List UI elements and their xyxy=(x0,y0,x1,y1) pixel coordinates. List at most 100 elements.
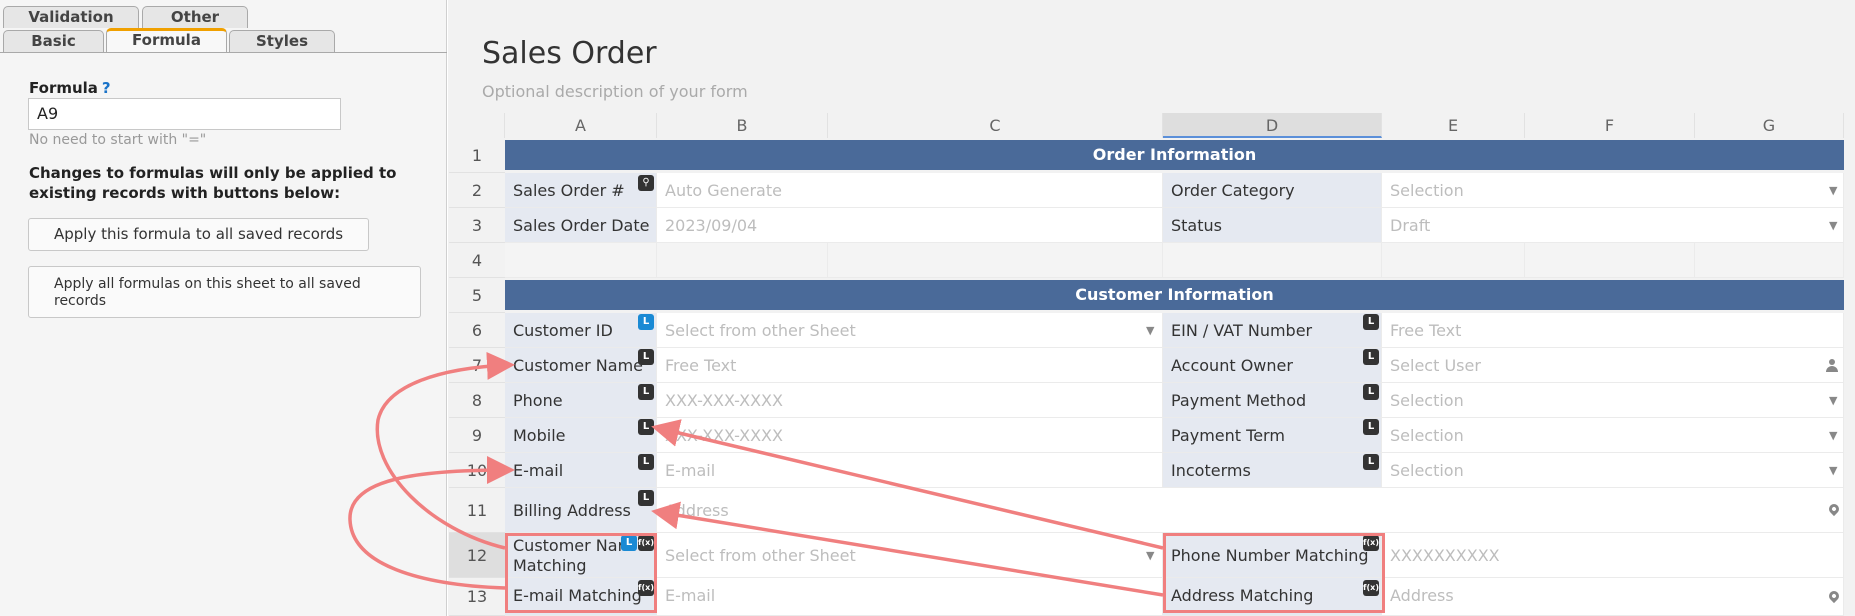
row-header[interactable]: 5 xyxy=(449,278,505,313)
order-category-select[interactable]: Selection xyxy=(1382,173,1844,208)
form-description[interactable]: Optional description of your form xyxy=(482,82,748,101)
label-email-matching[interactable]: E-mail Matching xyxy=(505,578,657,616)
row-header[interactable]: 6 xyxy=(449,313,505,348)
chevron-down-icon[interactable]: ▼ xyxy=(1829,219,1837,232)
tab-validation[interactable]: Validation xyxy=(3,6,139,28)
column-header-c[interactable]: C xyxy=(828,113,1163,138)
row-header[interactable]: 12 xyxy=(449,533,505,578)
incoterms-select[interactable]: Selection xyxy=(1382,453,1844,488)
tab-styles[interactable]: Styles xyxy=(229,30,335,52)
label-mobile[interactable]: Mobile xyxy=(505,418,657,453)
label-customer-id[interactable]: Customer ID xyxy=(505,313,657,348)
row-header[interactable]: 7 xyxy=(449,348,505,383)
section-header-customer[interactable]: Customer Information xyxy=(505,280,1844,310)
label-billing-address[interactable]: Billing Address xyxy=(505,488,657,533)
phone-number-matching-field[interactable]: XXXXXXXXXX xyxy=(1382,533,1844,578)
empty-cell[interactable] xyxy=(828,243,1163,278)
label-order-category[interactable]: Order Category xyxy=(1163,173,1382,208)
billing-address-field[interactable]: Address xyxy=(657,488,1844,533)
column-header-b[interactable]: B xyxy=(657,113,828,138)
formula-icon: f(x) xyxy=(638,535,654,551)
ein-vat-field[interactable]: Free Text xyxy=(1382,313,1844,348)
tab-other[interactable]: Other xyxy=(142,6,248,28)
field-placeholder: XXXXXXXXXX xyxy=(1390,546,1500,565)
label-ein-vat[interactable]: EIN / VAT Number xyxy=(1163,313,1382,348)
section-header-order[interactable]: Order Information xyxy=(505,140,1844,170)
page-title[interactable]: Sales Order xyxy=(482,36,657,71)
customer-name-matching-select[interactable]: Select from other Sheet xyxy=(657,533,1163,578)
column-header-f[interactable]: F xyxy=(1525,113,1695,138)
email-field[interactable]: E-mail xyxy=(657,453,1163,488)
field-placeholder: Selection xyxy=(1390,181,1464,200)
tab-basic[interactable]: Basic xyxy=(3,30,104,52)
formula-input[interactable]: A9 xyxy=(28,98,341,130)
column-header-e[interactable]: E xyxy=(1382,113,1525,138)
field-placeholder: Selection xyxy=(1390,461,1464,480)
label-phone[interactable]: Phone xyxy=(505,383,657,418)
empty-cell[interactable] xyxy=(1695,243,1844,278)
chevron-down-icon[interactable]: ▼ xyxy=(1829,184,1837,197)
empty-cell[interactable] xyxy=(657,243,828,278)
sales-order-number-field[interactable]: Auto Generate xyxy=(657,173,1163,208)
row-header[interactable]: 10 xyxy=(449,453,505,488)
formula-icon: f(x) xyxy=(1363,535,1379,551)
chevron-down-icon[interactable]: ▼ xyxy=(1829,429,1837,442)
mobile-field[interactable]: XXX-XXX-XXXX xyxy=(657,418,1163,453)
field-placeholder: XXX-XXX-XXXX xyxy=(665,391,783,410)
formula-icon: f(x) xyxy=(638,580,654,596)
row-header[interactable]: 13 xyxy=(449,578,505,616)
label-phone-number-matching[interactable]: Phone Number Matching xyxy=(1163,533,1382,578)
empty-cell[interactable] xyxy=(1163,243,1382,278)
row-header[interactable]: 9 xyxy=(449,418,505,453)
row-header[interactable]: 8 xyxy=(449,383,505,418)
sales-order-date-field[interactable]: 2023/09/04 xyxy=(657,208,1163,243)
payment-method-select[interactable]: Selection xyxy=(1382,383,1844,418)
label-sales-order-date[interactable]: Sales Order Date xyxy=(505,208,657,243)
row-header[interactable]: 2 xyxy=(449,173,505,208)
field-value: Draft xyxy=(1390,216,1431,235)
empty-cell[interactable] xyxy=(505,243,657,278)
label-text: Address Matching xyxy=(1171,586,1314,605)
label-payment-term[interactable]: Payment Term xyxy=(1163,418,1382,453)
column-header-a[interactable]: A xyxy=(505,113,657,138)
help-icon[interactable]: ? xyxy=(102,79,111,97)
email-matching-field[interactable]: E-mail xyxy=(657,578,1163,616)
field-placeholder: Select User xyxy=(1390,356,1481,375)
label-customer-name[interactable]: Customer Name xyxy=(505,348,657,383)
status-select[interactable]: Draft xyxy=(1382,208,1844,243)
row-header[interactable]: 3 xyxy=(449,208,505,243)
label-email[interactable]: E-mail xyxy=(505,453,657,488)
row-header[interactable]: 11 xyxy=(449,488,505,533)
apply-all-formulas-button[interactable]: Apply all formulas on this sheet to all … xyxy=(28,266,421,318)
phone-field[interactable]: XXX-XXX-XXXX xyxy=(657,383,1163,418)
label-incoterms[interactable]: Incoterms xyxy=(1163,453,1382,488)
field-placeholder: XXX-XXX-XXXX xyxy=(665,426,783,445)
chevron-down-icon[interactable]: ▼ xyxy=(1829,394,1837,407)
user-icon[interactable] xyxy=(1826,359,1838,372)
label-account-owner[interactable]: Account Owner xyxy=(1163,348,1382,383)
field-placeholder: Select from other Sheet xyxy=(665,321,856,340)
chevron-down-icon[interactable]: ▼ xyxy=(1146,324,1154,337)
label-sales-order-number[interactable]: Sales Order # xyxy=(505,173,657,208)
apply-formula-button[interactable]: Apply this formula to all saved records xyxy=(28,218,370,251)
label-text: Sales Order Date xyxy=(513,216,650,235)
address-matching-field[interactable]: Address xyxy=(1382,578,1844,616)
field-placeholder: Select from other Sheet xyxy=(665,546,856,565)
chevron-down-icon[interactable]: ▼ xyxy=(1829,464,1837,477)
column-header-d[interactable]: D xyxy=(1163,113,1382,138)
empty-cell[interactable] xyxy=(1525,243,1695,278)
customer-id-select[interactable]: Select from other Sheet xyxy=(657,313,1163,348)
label-address-matching[interactable]: Address Matching xyxy=(1163,578,1382,616)
payment-term-select[interactable]: Selection xyxy=(1382,418,1844,453)
customer-name-field[interactable]: Free Text xyxy=(657,348,1163,383)
column-header-g[interactable]: G xyxy=(1695,113,1844,138)
row-header[interactable]: 1 xyxy=(449,138,505,173)
label-payment-method[interactable]: Payment Method xyxy=(1163,383,1382,418)
label-status[interactable]: Status xyxy=(1163,208,1382,243)
row-header[interactable]: 4 xyxy=(449,243,505,278)
tab-formula[interactable]: Formula xyxy=(106,28,227,53)
chevron-down-icon[interactable]: ▼ xyxy=(1146,549,1154,562)
account-owner-field[interactable]: Select User xyxy=(1382,348,1844,383)
label-text: Payment Method xyxy=(1171,391,1307,410)
empty-cell[interactable] xyxy=(1382,243,1525,278)
